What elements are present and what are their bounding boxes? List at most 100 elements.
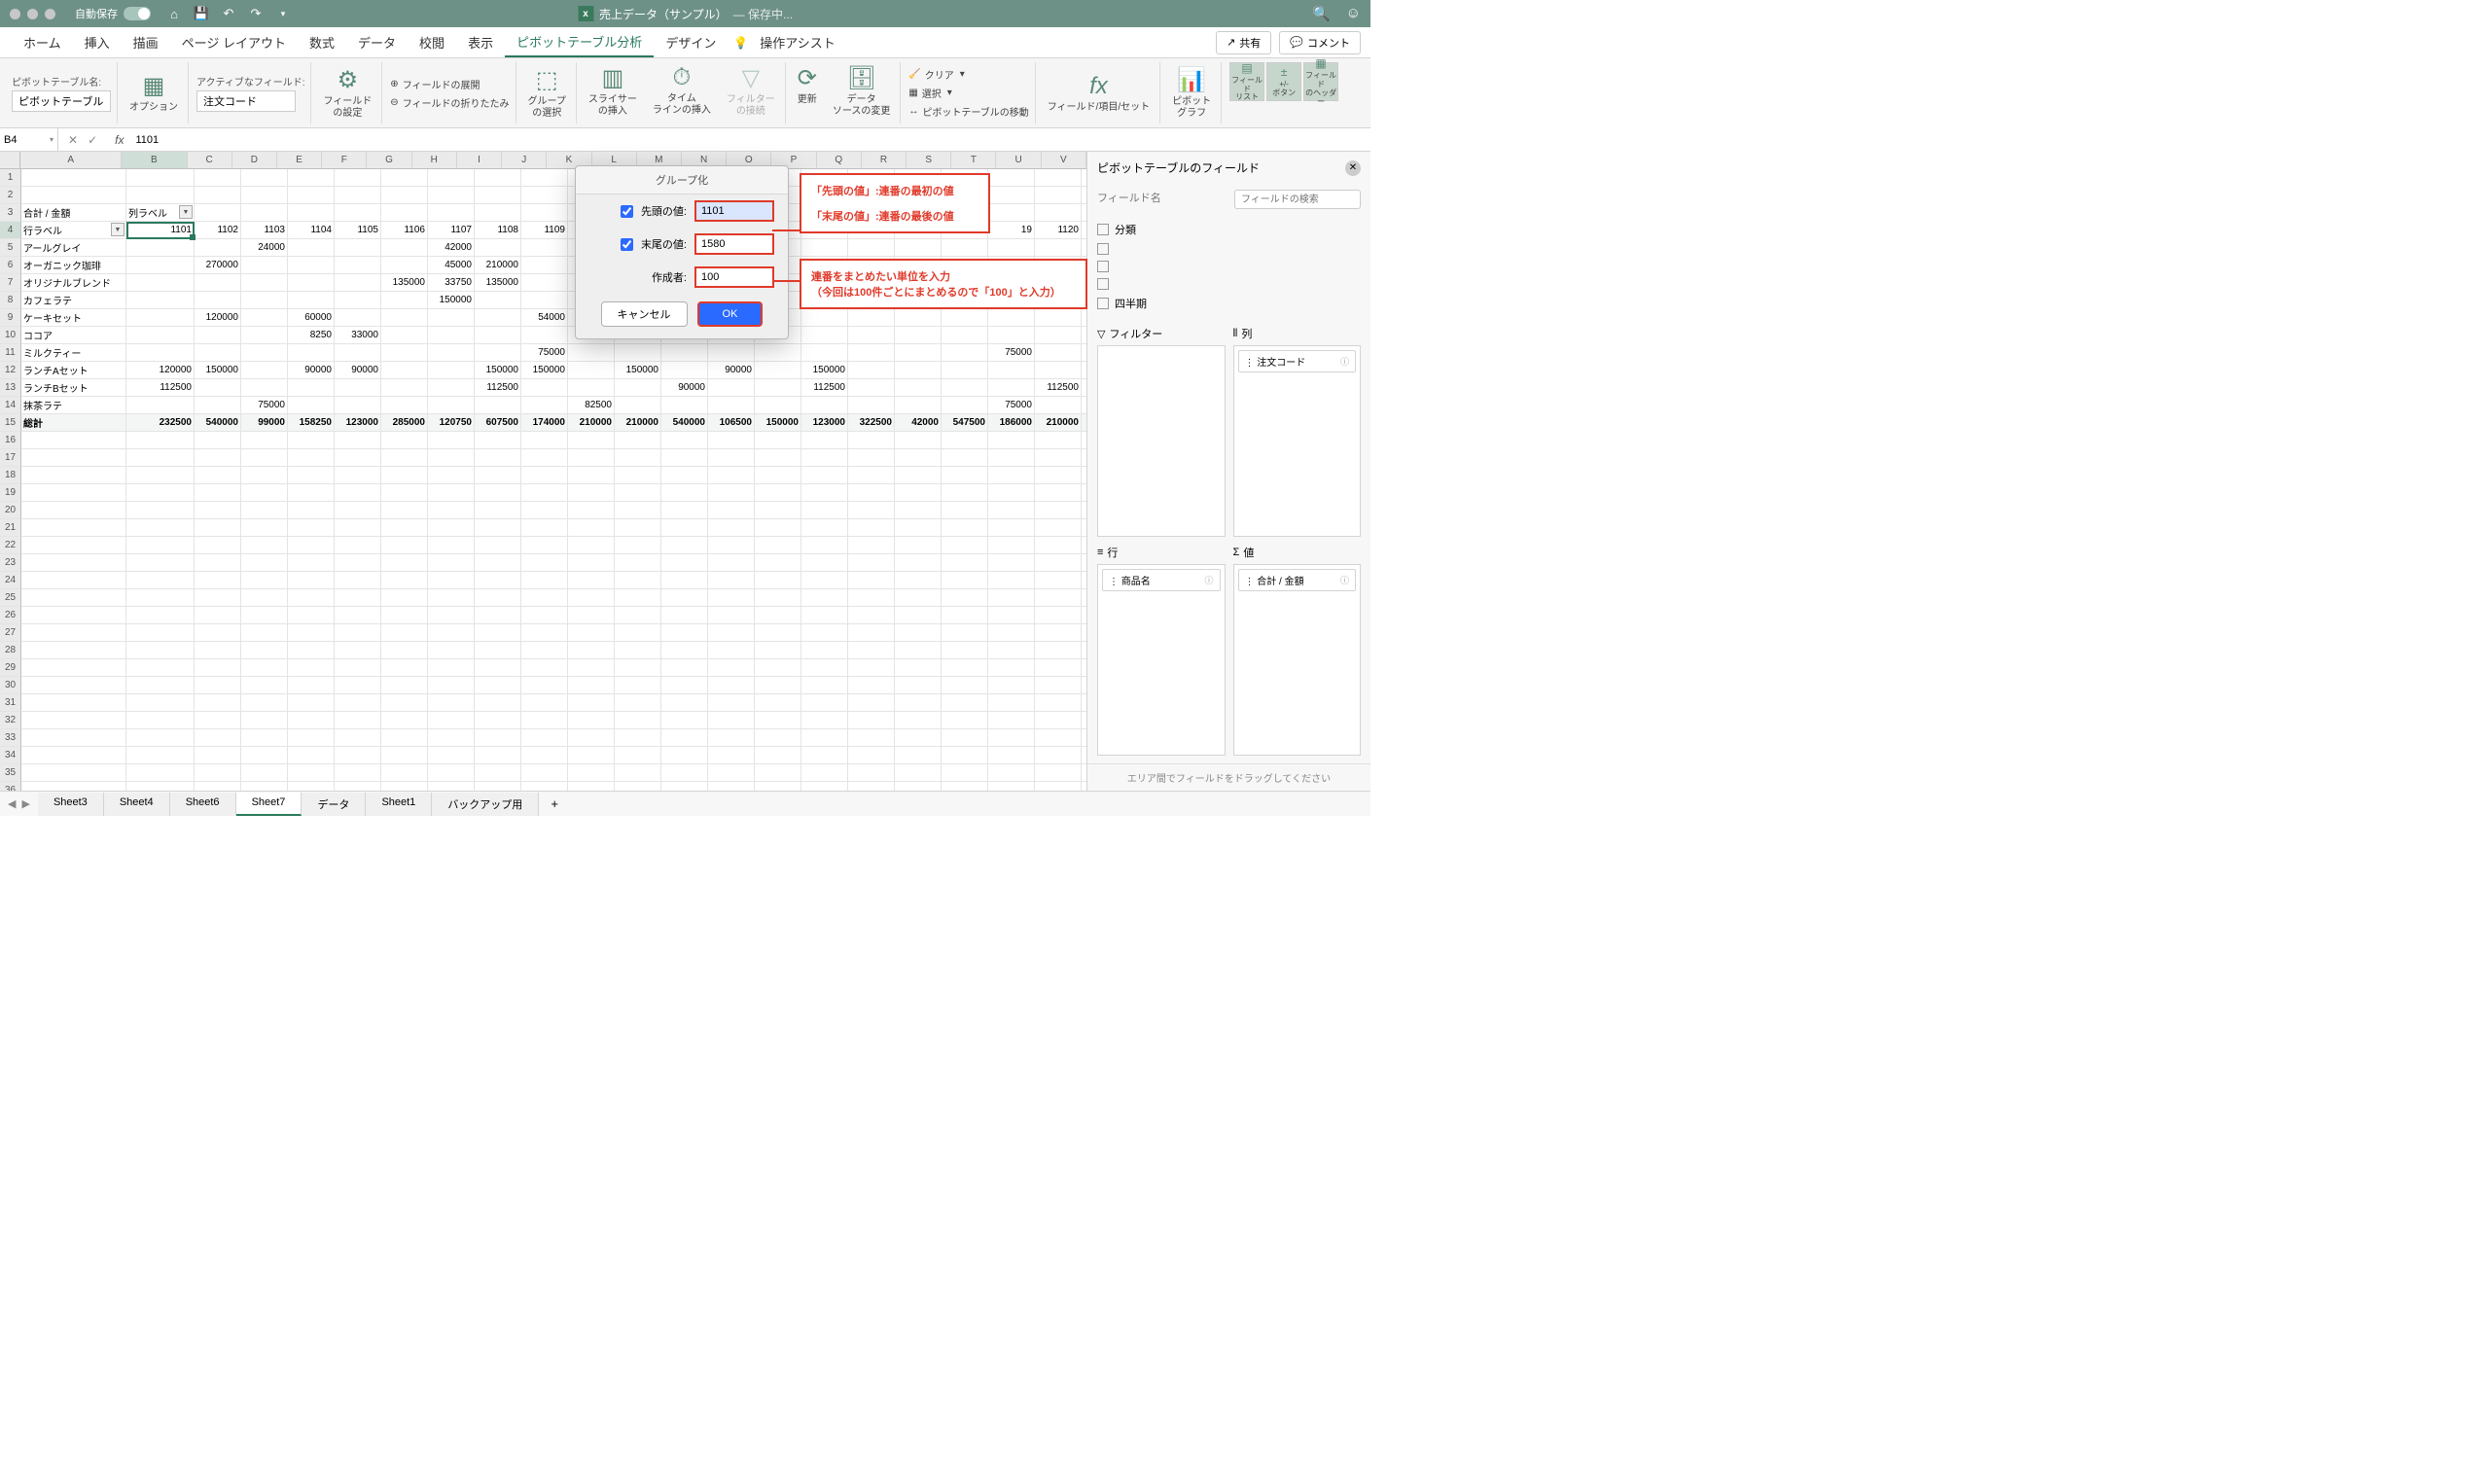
cell[interactable] bbox=[521, 572, 568, 589]
cell[interactable] bbox=[381, 432, 428, 449]
cell[interactable] bbox=[21, 467, 126, 484]
column-header[interactable]: V bbox=[1042, 152, 1086, 168]
cell[interactable] bbox=[755, 642, 801, 659]
cell[interactable] bbox=[1035, 309, 1082, 327]
cell[interactable] bbox=[801, 239, 848, 257]
cell[interactable] bbox=[942, 484, 988, 502]
cell[interactable] bbox=[895, 607, 942, 624]
cancel-formula-icon[interactable]: ✕ bbox=[68, 133, 78, 147]
cell[interactable] bbox=[942, 624, 988, 642]
cell[interactable] bbox=[988, 327, 1035, 344]
cell[interactable] bbox=[521, 729, 568, 747]
cell[interactable] bbox=[1035, 554, 1082, 572]
field-list-item[interactable]: 分類 bbox=[1097, 219, 1361, 240]
tab-view[interactable]: 表示 bbox=[456, 27, 505, 57]
save-icon[interactable]: 💾 bbox=[194, 6, 209, 21]
cell[interactable] bbox=[521, 764, 568, 782]
cell[interactable] bbox=[335, 589, 381, 607]
cell[interactable] bbox=[708, 379, 755, 397]
cell[interactable] bbox=[288, 624, 335, 642]
cell[interactable] bbox=[661, 694, 708, 712]
cell[interactable] bbox=[1035, 747, 1082, 764]
cell[interactable] bbox=[335, 204, 381, 222]
cell[interactable]: 合計 / 金額 bbox=[21, 204, 126, 222]
cell[interactable] bbox=[942, 659, 988, 677]
cell[interactable] bbox=[615, 554, 661, 572]
cell[interactable] bbox=[661, 677, 708, 694]
cell[interactable]: ミルクティー bbox=[21, 344, 126, 362]
cell[interactable] bbox=[521, 502, 568, 519]
cell[interactable] bbox=[195, 764, 241, 782]
cell[interactable] bbox=[1082, 484, 1086, 502]
cell[interactable] bbox=[848, 222, 895, 239]
cell[interactable] bbox=[21, 729, 126, 747]
cell[interactable] bbox=[428, 712, 475, 729]
cell[interactable] bbox=[568, 642, 615, 659]
cell[interactable] bbox=[988, 169, 1035, 187]
cell[interactable] bbox=[381, 589, 428, 607]
cell[interactable] bbox=[288, 677, 335, 694]
cell[interactable] bbox=[661, 537, 708, 554]
cell[interactable] bbox=[1082, 204, 1086, 222]
cell[interactable] bbox=[428, 327, 475, 344]
cell[interactable]: ランチAセット bbox=[21, 362, 126, 379]
cell[interactable]: 150000 bbox=[521, 362, 568, 379]
cell[interactable] bbox=[848, 257, 895, 274]
cell[interactable] bbox=[195, 449, 241, 467]
cell[interactable] bbox=[195, 169, 241, 187]
cell[interactable] bbox=[21, 659, 126, 677]
cell[interactable] bbox=[848, 782, 895, 791]
cell[interactable] bbox=[21, 764, 126, 782]
cell[interactable] bbox=[241, 344, 288, 362]
cell[interactable] bbox=[895, 712, 942, 729]
cell[interactable] bbox=[895, 624, 942, 642]
cell[interactable] bbox=[848, 624, 895, 642]
cell[interactable] bbox=[1035, 467, 1082, 484]
cell[interactable] bbox=[195, 554, 241, 572]
cell[interactable] bbox=[801, 309, 848, 327]
cell[interactable] bbox=[708, 572, 755, 589]
cell[interactable] bbox=[428, 677, 475, 694]
cell[interactable] bbox=[848, 659, 895, 677]
columns-area[interactable]: ⋮ 注文コードⓘ bbox=[1233, 345, 1362, 537]
cell[interactable] bbox=[428, 659, 475, 677]
cell[interactable] bbox=[568, 712, 615, 729]
cell[interactable] bbox=[848, 204, 895, 222]
cell[interactable] bbox=[895, 309, 942, 327]
field-checkbox[interactable] bbox=[1097, 243, 1109, 255]
cell[interactable] bbox=[475, 677, 521, 694]
cell[interactable] bbox=[195, 642, 241, 659]
add-sheet-button[interactable]: + bbox=[539, 793, 570, 815]
cell[interactable] bbox=[521, 782, 568, 791]
cell[interactable] bbox=[755, 449, 801, 467]
expand-field-button[interactable]: ⊕フィールドの展開 bbox=[390, 77, 509, 91]
cell[interactable] bbox=[195, 677, 241, 694]
cell[interactable] bbox=[126, 239, 195, 257]
sheet-tab[interactable]: Sheet1 bbox=[366, 793, 432, 816]
cell[interactable]: 1120 bbox=[1035, 222, 1082, 239]
cell[interactable] bbox=[428, 449, 475, 467]
cell[interactable] bbox=[661, 712, 708, 729]
cell[interactable] bbox=[241, 484, 288, 502]
cell[interactable] bbox=[475, 782, 521, 791]
cell[interactable] bbox=[615, 502, 661, 519]
start-checkbox[interactable] bbox=[621, 205, 633, 218]
cell[interactable] bbox=[241, 519, 288, 537]
cell[interactable] bbox=[195, 204, 241, 222]
cell[interactable] bbox=[1082, 449, 1086, 467]
cell[interactable] bbox=[1035, 659, 1082, 677]
cell[interactable] bbox=[942, 782, 988, 791]
cell[interactable] bbox=[848, 502, 895, 519]
cell[interactable] bbox=[428, 624, 475, 642]
cell[interactable] bbox=[288, 537, 335, 554]
cell[interactable] bbox=[615, 764, 661, 782]
cell[interactable] bbox=[1035, 782, 1082, 791]
cell[interactable] bbox=[21, 537, 126, 554]
cell[interactable] bbox=[241, 572, 288, 589]
row-header[interactable]: 4 bbox=[0, 222, 21, 239]
cell[interactable]: カフェラテ bbox=[21, 292, 126, 309]
cell[interactable] bbox=[475, 607, 521, 624]
pt-name-button[interactable]: ピボットテーブル bbox=[12, 90, 111, 112]
cell[interactable] bbox=[475, 537, 521, 554]
cell[interactable] bbox=[661, 397, 708, 414]
